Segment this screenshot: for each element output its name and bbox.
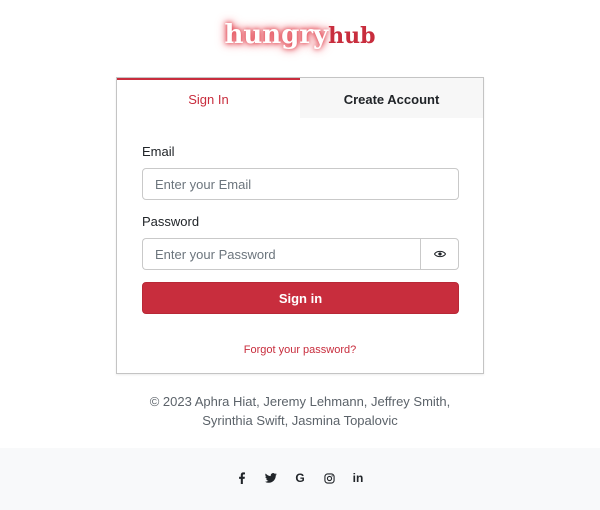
password-field[interactable]: [142, 238, 420, 270]
copyright-line-2: Syrinthia Swift, Jasmina Topalovic: [202, 413, 398, 428]
instagram-icon[interactable]: [321, 470, 337, 486]
brand-logo[interactable]: hungryhub: [0, 18, 600, 53]
social-links: G in: [234, 470, 366, 486]
twitter-icon[interactable]: [263, 470, 279, 486]
tab-sign-in[interactable]: Sign In: [117, 78, 300, 118]
google-glyph: G: [295, 471, 305, 485]
eye-icon: [433, 250, 446, 258]
linkedin-icon[interactable]: in: [350, 470, 366, 486]
tab-create-account[interactable]: Create Account: [300, 78, 483, 118]
sign-in-button[interactable]: Sign in: [142, 282, 459, 314]
linkedin-glyph: in: [352, 471, 364, 485]
sign-in-form: Email Password Sign in Forgot your passw…: [117, 118, 483, 356]
copyright-line-1: © 2023 Aphra Hiat, Jeremy Lehmann, Jeffr…: [149, 394, 451, 409]
password-label: Password: [142, 214, 200, 229]
forgot-password-link[interactable]: Forgot your password?: [142, 344, 458, 356]
footer: G in: [0, 448, 600, 510]
auth-card: Sign In Create Account Email Password Si…: [116, 77, 484, 374]
copyright-text: © 2023 Aphra Hiat, Jeremy Lehmann, Jeffr…: [0, 392, 600, 430]
facebook-icon[interactable]: [234, 470, 250, 486]
auth-tabs: Sign In Create Account: [117, 78, 483, 118]
brand-logo-part1: hungry: [224, 20, 329, 50]
password-group: [142, 238, 459, 270]
toggle-password-button[interactable]: [420, 238, 459, 270]
brand-logo-part2: hub: [328, 23, 376, 49]
google-icon[interactable]: G: [292, 470, 308, 486]
email-field[interactable]: [142, 168, 459, 200]
email-label: Email: [142, 144, 175, 159]
